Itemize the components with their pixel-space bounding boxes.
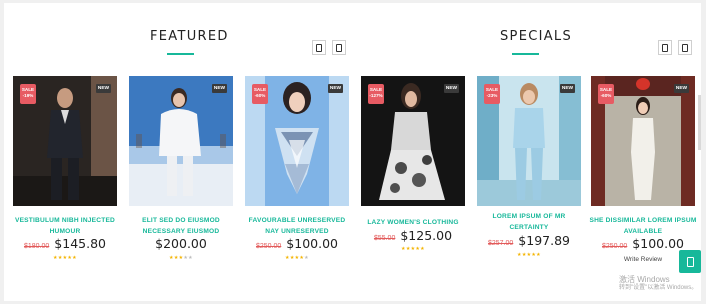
product-name[interactable]: ELIT SED DO EIUSMOD NECESSARY EIUSMOD [125,216,237,237]
scrollbar[interactable] [698,95,701,150]
old-price: $55.00 [373,235,396,242]
price-row: $257.00 $197.89 [473,233,585,248]
featured-underline [167,53,194,55]
current-price: $200.00 [155,236,207,251]
product-name[interactable]: LOREM IPSUM OF MR CERTAINTY [473,212,585,233]
product-image[interactable]: SALE -127% NEW [361,76,465,206]
new-badge: NEW [212,84,227,93]
phone-icon [336,43,342,52]
product-name[interactable]: FAVOURABLE UNRESERVED NAY UNRESERVED [241,216,353,237]
contact-button[interactable] [679,250,701,273]
new-badge: NEW [96,84,111,93]
rating-stars: ★★★★★ [401,246,425,252]
current-price: $125.00 [400,228,453,243]
phone-icon [682,43,688,52]
old-price: $257.00 [487,240,514,247]
sale-badge: SALE -23% [484,84,500,104]
current-price: $100.00 [286,236,338,251]
featured-next-button[interactable] [332,40,346,55]
new-badge: NEW [444,84,459,93]
sale-badge: SALE -60% [598,84,614,104]
old-price: $250.00 [255,243,282,250]
current-price: $100.00 [632,236,684,251]
product-name[interactable]: SHE DISSIMILAR LOREM IPSUM AVAILABLE [587,216,699,237]
old-price: $180.00 [23,243,50,250]
rating-stars: ★★★★★ [285,255,309,261]
product-image[interactable]: SALE -19% NEW [13,76,117,206]
sale-badge: SALE -60% [252,84,268,104]
sale-badge: SALE -19% [20,84,36,104]
sale-badge: SALE -127% [368,84,384,104]
product-name[interactable]: LAZY WOMEN'S CLOTHING [357,218,469,229]
current-price: $145.80 [54,236,106,251]
windows-activation-watermark: 激活 Windows 转到"设置"以激活 Windows。 [619,275,698,291]
product-image[interactable]: SALE -60% NEW [245,76,349,206]
current-price: $197.89 [518,233,570,248]
product-panel: FEATURED SPECIALS SALE -19% NEW VESTIBUL… [4,3,701,301]
product-name[interactable]: VESTIBULUM NIBH INJECTED HUMOUR [9,216,121,237]
featured-prev-button[interactable] [312,40,326,55]
product-image[interactable]: SALE -23% NEW [477,76,581,206]
price-row: $180.00 $145.80 [9,236,121,251]
phone-icon [316,43,322,52]
product-image[interactable]: SALE -60% NEW [591,76,695,206]
featured-title: FEATURED [150,29,229,44]
specials-title: SPECIALS [500,29,573,44]
new-badge: NEW [328,84,343,93]
product-image[interactable]: NEW [129,76,233,206]
specials-prev-button[interactable] [658,40,672,55]
phone-icon [686,256,694,267]
new-badge: NEW [560,84,575,93]
price-row: $55.00 $125.00 [357,228,469,243]
new-badge: NEW [674,84,689,93]
rating-stars: ★★★★★ [169,255,193,261]
rating-stars: ★★★★★ [53,255,77,261]
old-price: $250.00 [601,243,628,250]
specials-underline [512,53,539,55]
specials-next-button[interactable] [678,40,692,55]
phone-icon [662,43,668,52]
price-row: $250.00 $100.00 [241,236,353,251]
price-row: $250.00 $100.00 [587,236,699,251]
rating-stars: ★★★★★ [517,252,541,258]
price-row: $200.00 [125,236,237,251]
